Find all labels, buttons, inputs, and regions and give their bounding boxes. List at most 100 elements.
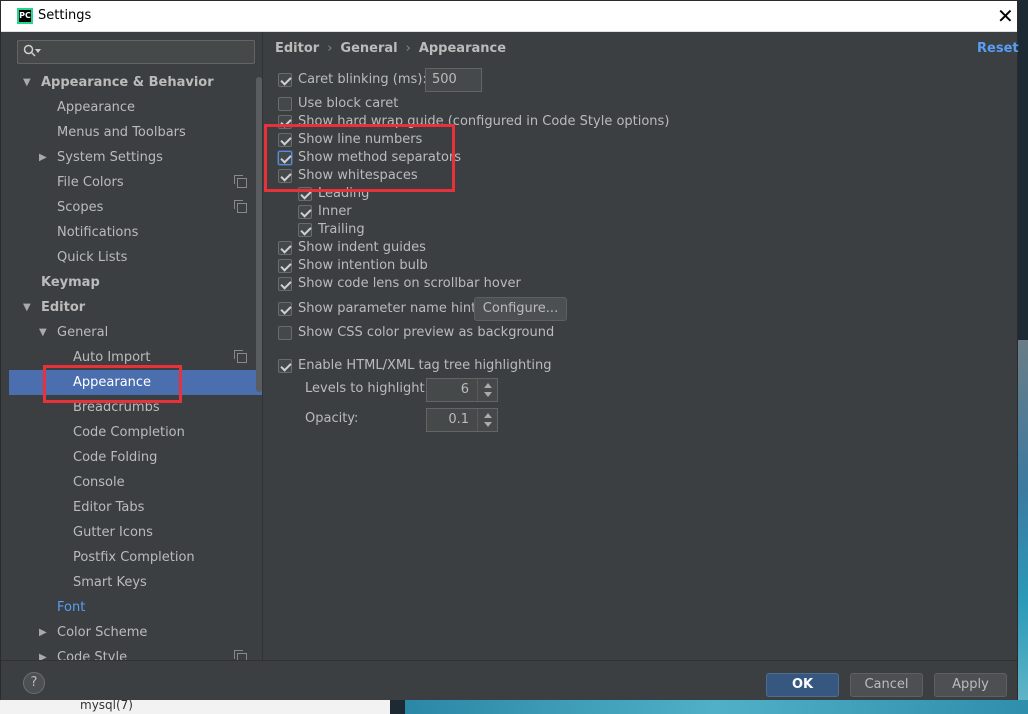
breadcrumb-separator-icon: ›: [405, 41, 411, 56]
checkbox[interactable]: [278, 241, 292, 255]
background-text: mysql(7): [80, 698, 133, 712]
sidebar-item-label: Font: [57, 600, 86, 615]
reset-link[interactable]: Reset: [977, 41, 1019, 56]
sidebar-item-label: Gutter Icons: [73, 525, 153, 540]
checkbox[interactable]: [278, 326, 292, 340]
background-window-fragment: [0, 700, 390, 714]
sidebar-item-code-style[interactable]: ▶ Code Style: [1, 645, 262, 660]
checkbox[interactable]: [278, 73, 292, 87]
sidebar-scrollbar[interactable]: [256, 77, 262, 392]
sidebar-item-keymap[interactable]: Keymap: [1, 270, 262, 295]
option-label: Show hard wrap guide (configured in Code…: [298, 114, 670, 129]
ok-button[interactable]: OK: [766, 673, 839, 697]
project-scope-icon: [234, 350, 247, 363]
checkbox[interactable]: [278, 97, 292, 111]
sidebar-item-scopes[interactable]: Scopes: [1, 195, 262, 220]
sidebar-item-auto-import[interactable]: Auto Import: [1, 345, 262, 370]
option-label: Show line numbers: [298, 132, 423, 147]
breadcrumb-item[interactable]: General: [340, 41, 397, 56]
sidebar-item-label: Smart Keys: [73, 575, 147, 590]
option-label: Show method separators: [298, 150, 462, 165]
arrow-up-icon[interactable]: [484, 383, 492, 388]
chevron-right-icon[interactable]: ▶: [39, 645, 47, 660]
levels-stepper[interactable]: 6: [426, 378, 498, 402]
sidebar-item-label: Editor Tabs: [73, 500, 145, 515]
arrow-up-icon[interactable]: [484, 413, 492, 418]
configure-button[interactable]: Configure...: [474, 297, 567, 321]
chevron-down-icon[interactable]: ▼: [39, 320, 47, 345]
sidebar-item-gutter-icons[interactable]: Gutter Icons: [1, 520, 262, 545]
option-label: Caret blinking (ms):: [298, 72, 427, 87]
sidebar-item-console[interactable]: Console: [1, 470, 262, 495]
search-input[interactable]: [17, 40, 255, 64]
sidebar-item-breadcrumbs[interactable]: Breadcrumbs: [1, 395, 262, 420]
sidebar-item-font[interactable]: Font: [1, 595, 262, 620]
checkbox[interactable]: [278, 302, 292, 316]
sidebar-item-appearance-behavior[interactable]: ▼ Appearance & Behavior: [1, 70, 262, 95]
cancel-button[interactable]: Cancel: [850, 673, 923, 697]
arrow-down-icon[interactable]: [484, 392, 492, 397]
sidebar-item-label: Code Folding: [73, 450, 158, 465]
close-icon[interactable]: ✕: [997, 5, 1014, 27]
sidebar-item-label: Quick Lists: [57, 250, 128, 265]
option-label: Inner: [318, 204, 352, 219]
sidebar-item-code-folding[interactable]: Code Folding: [1, 445, 262, 470]
settings-sidebar: ▼ Appearance & Behavior Appearance Menus…: [1, 32, 263, 660]
sidebar-item-label: Menus and Toolbars: [57, 125, 186, 140]
sidebar-item-editor[interactable]: ▼ Editor: [1, 295, 262, 320]
option-label: Use block caret: [298, 96, 399, 111]
checkbox[interactable]: [298, 205, 312, 219]
option-label: Leading: [318, 186, 370, 201]
chevron-down-icon[interactable]: ▼: [23, 295, 31, 320]
sidebar-item-label: General: [57, 325, 109, 340]
sidebar-item-general[interactable]: ▼ General: [1, 320, 262, 345]
project-scope-icon: [234, 200, 247, 213]
sidebar-item-smart-keys[interactable]: Smart Keys: [1, 570, 262, 595]
checkbox[interactable]: [278, 277, 292, 291]
sidebar-item-color-scheme[interactable]: ▶ Color Scheme: [1, 620, 262, 645]
sidebar-item-appearance[interactable]: Appearance: [1, 95, 262, 120]
option-label: Show parameter name hints: [298, 301, 483, 316]
option-label: Enable HTML/XML tag tree highlighting: [298, 358, 552, 373]
sidebar-item-editor-appearance[interactable]: Appearance: [9, 370, 262, 395]
dialog-footer: ? OK Cancel Apply: [1, 660, 1017, 700]
checkbox[interactable]: [278, 259, 292, 273]
sidebar-item-menus-toolbars[interactable]: Menus and Toolbars: [1, 120, 262, 145]
checkbox[interactable]: [298, 223, 312, 237]
sidebar-item-notifications[interactable]: Notifications: [1, 220, 262, 245]
checkbox[interactable]: [278, 359, 292, 373]
sidebar-item-label: Code Style: [57, 650, 128, 660]
title-bar[interactable]: PC Settings ✕: [1, 1, 1017, 32]
stepper-arrows[interactable]: [477, 379, 497, 401]
sidebar-item-editor-tabs[interactable]: Editor Tabs: [1, 495, 262, 520]
sidebar-item-label: Postfix Completion: [73, 550, 195, 565]
chevron-right-icon[interactable]: ▶: [39, 620, 47, 645]
checkbox[interactable]: [298, 187, 312, 201]
sidebar-item-postfix-completion[interactable]: Postfix Completion: [1, 545, 262, 570]
breadcrumb-item: Appearance: [418, 41, 507, 56]
caret-blinking-input[interactable]: 500: [425, 68, 482, 92]
settings-content: Editor › General › Appearance Reset Caret bl…: [264, 32, 1019, 660]
checkbox[interactable]: [278, 151, 292, 165]
sidebar-item-label: Notifications: [57, 225, 139, 240]
opacity-stepper[interactable]: 0.1: [426, 408, 498, 432]
sidebar-item-label: Auto Import: [73, 350, 151, 365]
breadcrumb-item[interactable]: Editor: [275, 41, 319, 56]
sidebar-item-system-settings[interactable]: ▶ System Settings: [1, 145, 262, 170]
option-label: Show whitespaces: [298, 168, 418, 183]
sidebar-item-code-completion[interactable]: Code Completion: [1, 420, 262, 445]
stepper-arrows[interactable]: [477, 409, 497, 431]
sidebar-item-quick-lists[interactable]: Quick Lists: [1, 245, 262, 270]
chevron-down-icon[interactable]: ▼: [23, 70, 31, 95]
checkbox[interactable]: [278, 169, 292, 183]
apply-button[interactable]: Apply: [934, 673, 1007, 697]
chevron-right-icon[interactable]: ▶: [39, 145, 47, 170]
sidebar-item-file-colors[interactable]: File Colors: [1, 170, 262, 195]
sidebar-item-label: Console: [73, 475, 125, 490]
checkbox[interactable]: [278, 133, 292, 147]
help-icon[interactable]: ?: [23, 672, 45, 694]
breadcrumb: Editor › General › Appearance: [275, 41, 506, 56]
arrow-down-icon[interactable]: [484, 422, 492, 427]
sidebar-item-label: Keymap: [41, 275, 100, 290]
checkbox[interactable]: [278, 115, 292, 129]
